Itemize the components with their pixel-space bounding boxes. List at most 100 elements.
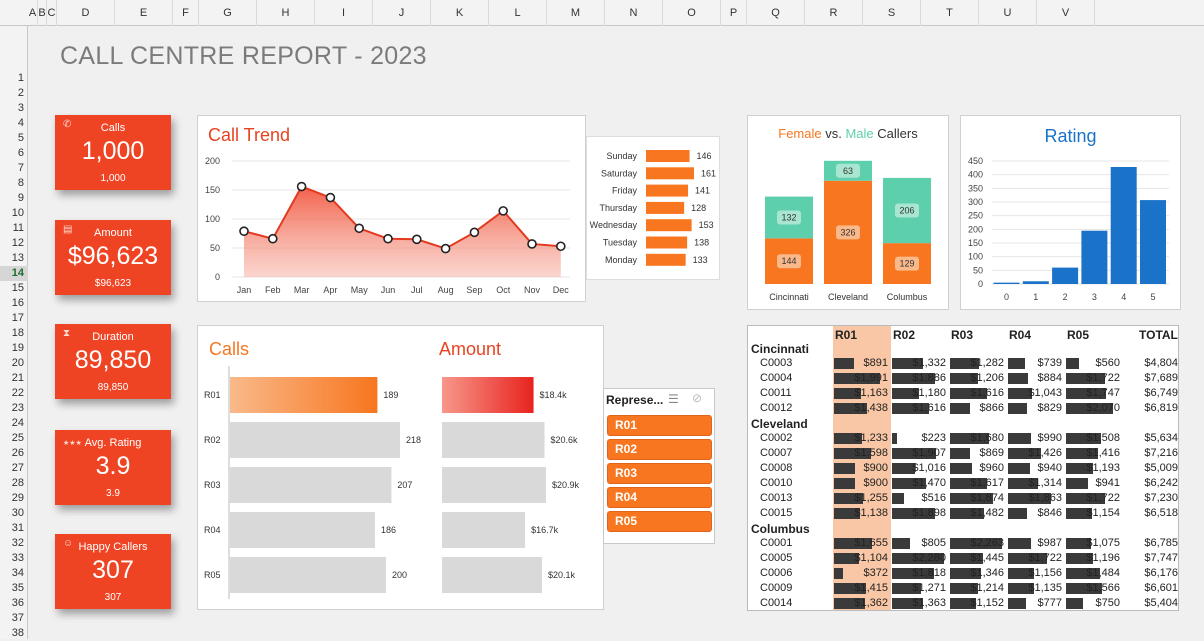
column-header-c[interactable]: C: [47, 0, 57, 26]
row-header-35[interactable]: 35: [0, 581, 28, 596]
column-header-s[interactable]: S: [863, 0, 921, 26]
column-header-h[interactable]: H: [257, 0, 315, 26]
row-header-15[interactable]: 15: [0, 281, 28, 296]
column-header-b[interactable]: B: [38, 0, 47, 26]
trend-point-oct[interactable]: [498, 206, 509, 216]
column-header-q[interactable]: Q: [747, 0, 805, 26]
column-header-i[interactable]: I: [315, 0, 373, 26]
trend-point-jan[interactable]: [239, 226, 249, 236]
row-header-1[interactable]: 1: [0, 71, 28, 86]
column-header-k[interactable]: K: [431, 0, 489, 26]
column-header-g[interactable]: G: [199, 0, 257, 26]
trend-point-feb[interactable]: [268, 233, 278, 244]
calls-bar-r02[interactable]: [230, 422, 400, 458]
row-header-12[interactable]: 12: [0, 236, 28, 251]
row-header-2[interactable]: 2: [0, 86, 28, 101]
column-header-f[interactable]: F: [173, 0, 199, 26]
rep-performance-chart[interactable]: Calls Amount R01 189 $18.4k R02 218 $20.6k R03…: [197, 325, 604, 610]
slicer-item-r04[interactable]: R04: [607, 487, 712, 508]
weekday-bar-friday[interactable]: [646, 184, 689, 197]
kpi-card-amount[interactable]: ▤ Amount $96,623 $96,623: [55, 220, 171, 295]
multi-select-icon[interactable]: ☰: [668, 392, 679, 406]
row-header-24[interactable]: 24: [0, 416, 28, 431]
trend-point-may[interactable]: [354, 223, 364, 234]
row-header-32[interactable]: 32: [0, 536, 28, 551]
calls-bar-r03[interactable]: [230, 467, 392, 503]
calls-bar-r04[interactable]: [230, 512, 376, 548]
rating-chart[interactable]: Rating 0 50 100 150 200 250 300 350 400 450 0 1 2 3 4 5: [960, 115, 1181, 310]
row-header-23[interactable]: 23: [0, 401, 28, 416]
weekday-bar-wednesday[interactable]: [646, 219, 692, 232]
kpi-card-happy-callers[interactable]: ☺ Happy Callers 307 307: [55, 534, 171, 609]
gender-callers-chart[interactable]: Female vs. Male Callers 144 132 Cincinnati…: [747, 115, 949, 310]
row-header-25[interactable]: 25: [0, 431, 28, 446]
amount-bar-r02[interactable]: [442, 422, 545, 458]
row-header-29[interactable]: 29: [0, 491, 28, 506]
trend-point-nov[interactable]: [527, 239, 537, 249]
weekday-bar-saturday[interactable]: [646, 167, 694, 180]
rating-bar-3[interactable]: [1081, 230, 1108, 284]
column-header-l[interactable]: L: [489, 0, 547, 26]
row-header-9[interactable]: 9: [0, 191, 28, 206]
column-header-r[interactable]: R: [805, 0, 863, 26]
trend-point-apr[interactable]: [325, 192, 336, 203]
calls-bar-r05[interactable]: [230, 557, 386, 593]
representative-slicer[interactable]: Represe... ☰ ⊘ R01 R02 R03 R04 R05: [603, 388, 715, 544]
trend-point-aug[interactable]: [440, 243, 451, 254]
weekday-bar-thursday[interactable]: [646, 201, 685, 214]
trend-point-jul[interactable]: [412, 234, 422, 245]
weekday-bar-tuesday[interactable]: [646, 236, 688, 249]
trend-point-sep[interactable]: [469, 227, 480, 238]
rating-bar-5[interactable]: [1140, 200, 1166, 284]
row-header-31[interactable]: 31: [0, 521, 28, 536]
kpi-card-calls[interactable]: ✆ Calls 1,000 1,000: [55, 115, 171, 190]
column-header-a[interactable]: A: [28, 0, 38, 26]
column-header-t[interactable]: T: [921, 0, 979, 26]
row-header-27[interactable]: 27: [0, 461, 28, 476]
amount-bar-r03[interactable]: [442, 467, 546, 503]
row-header-28[interactable]: 28: [0, 476, 28, 491]
rating-bar-4[interactable]: [1110, 167, 1137, 284]
slicer-item-r05[interactable]: R05: [607, 511, 712, 532]
row-header-17[interactable]: 17: [0, 311, 28, 326]
row-header-13[interactable]: 13: [0, 251, 28, 266]
column-header-m[interactable]: M: [547, 0, 605, 26]
row-header-14[interactable]: 14: [0, 266, 28, 281]
row-header-21[interactable]: 21: [0, 371, 28, 386]
amount-bar-r05[interactable]: [442, 557, 543, 593]
row-header-22[interactable]: 22: [0, 386, 28, 401]
column-header-v[interactable]: V: [1037, 0, 1095, 26]
column-header-e[interactable]: E: [115, 0, 173, 26]
trend-point-dec[interactable]: [555, 241, 566, 252]
column-header-d[interactable]: D: [57, 0, 115, 26]
call-trend-chart[interactable]: Call Trend 0 50 100 150 200 Jan Feb Mar Apr May Ju…: [197, 115, 586, 302]
column-header-p[interactable]: P: [721, 0, 747, 26]
column-header-j[interactable]: J: [373, 0, 431, 26]
slicer-item-r02[interactable]: R02: [607, 439, 712, 460]
slicer-item-r03[interactable]: R03: [607, 463, 712, 484]
row-header-6[interactable]: 6: [0, 146, 28, 161]
row-header-4[interactable]: 4: [0, 116, 28, 131]
column-header-o[interactable]: O: [663, 0, 721, 26]
trend-point-jun[interactable]: [383, 233, 393, 244]
clear-filter-icon[interactable]: ⊘: [692, 391, 702, 405]
row-header-37[interactable]: 37: [0, 611, 28, 626]
kpi-card-avg-rating[interactable]: ★★★ Avg. Rating 3.9 3.9: [55, 430, 171, 505]
row-header-33[interactable]: 33: [0, 551, 28, 566]
row-header-3[interactable]: 3: [0, 101, 28, 116]
weekday-calls-chart[interactable]: Sunday 146 Saturday 161 Friday 141 Thursday 128…: [586, 136, 720, 280]
weekday-bar-sunday[interactable]: [646, 150, 690, 162]
row-header-16[interactable]: 16: [0, 296, 28, 311]
rating-bar-2[interactable]: [1052, 267, 1079, 284]
row-header-5[interactable]: 5: [0, 131, 28, 146]
row-header-19[interactable]: 19: [0, 341, 28, 356]
row-header-30[interactable]: 30: [0, 506, 28, 521]
row-header-10[interactable]: 10: [0, 206, 28, 221]
row-header-11[interactable]: 11: [0, 221, 28, 236]
row-header-20[interactable]: 20: [0, 356, 28, 371]
amount-bar-r01[interactable]: [442, 377, 534, 413]
row-header-36[interactable]: 36: [0, 596, 28, 611]
rating-bar-1[interactable]: [1022, 281, 1049, 284]
row-header-8[interactable]: 8: [0, 176, 28, 191]
weekday-bar-monday[interactable]: [646, 253, 686, 266]
